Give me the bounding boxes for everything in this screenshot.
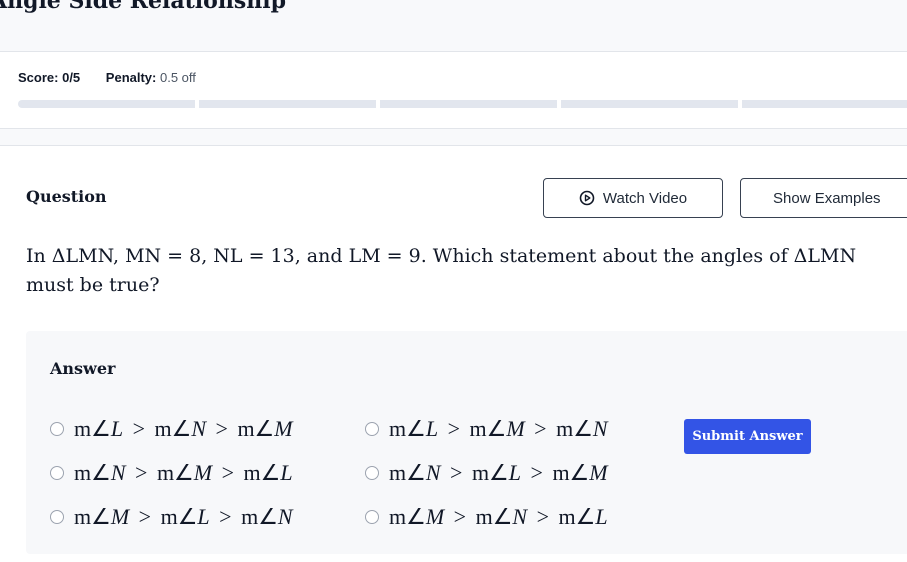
option-text: m∠N > m∠M > m∠L [74,460,293,485]
question-heading: Question [26,187,107,206]
progress-segment [742,100,907,108]
answer-option[interactable]: m∠L > m∠M > m∠N [365,416,608,442]
progress-segment [380,100,557,108]
answer-option[interactable]: m∠M > m∠N > m∠L [365,504,608,530]
play-circle-icon [579,190,595,206]
radio-button[interactable] [365,422,379,436]
score-value: 0/5 [62,70,81,85]
answer-panel: Answer m∠L > m∠N > m∠M m∠L > m∠M > m∠N m∠N… [26,331,907,554]
score-bar: Score: 0/5 Penalty: 0.5 off [0,52,907,129]
option-text: m∠M > m∠L > m∠N [74,504,293,529]
option-text: m∠L > m∠N > m∠M [74,416,293,441]
penalty-value: 0.5 off [160,70,196,85]
page-title: Angle Side Relationship [0,0,286,14]
radio-button[interactable] [50,422,64,436]
radio-button[interactable] [50,510,64,524]
progress-segment [199,100,376,108]
option-text: m∠L > m∠M > m∠N [389,416,608,441]
radio-button[interactable] [365,466,379,480]
score-line: Score: 0/5 Penalty: 0.5 off [18,70,196,85]
divider-band [0,129,907,146]
answer-option[interactable]: m∠M > m∠L > m∠N [50,504,293,530]
answer-option[interactable]: m∠N > m∠L > m∠M [365,460,608,486]
submit-answer-button[interactable]: Submit Answer [684,419,811,454]
question-text: In ΔLMN, MN = 8, NL = 13, and LM = 9. Wh… [26,245,857,296]
score-label: Score: [18,70,59,85]
show-examples-button[interactable]: Show Examples [740,178,907,218]
answer-option[interactable]: m∠N > m∠M > m∠L [50,460,293,486]
show-examples-label: Show Examples [773,189,881,207]
answer-option[interactable]: m∠L > m∠N > m∠M [50,416,293,442]
radio-button[interactable] [50,466,64,480]
option-text: m∠M > m∠N > m∠L [389,504,608,529]
watch-video-label: Watch Video [602,189,688,207]
answer-heading: Answer [50,359,116,378]
progress-segment [18,100,195,108]
watch-video-button[interactable]: Watch Video [543,178,723,218]
radio-button[interactable] [365,510,379,524]
progress-bar [18,100,907,108]
option-text: m∠N > m∠L > m∠M [389,460,608,485]
penalty-label: Penalty: [105,70,157,85]
progress-segment [561,100,738,108]
page-header: Angle Side Relationship [0,0,907,52]
